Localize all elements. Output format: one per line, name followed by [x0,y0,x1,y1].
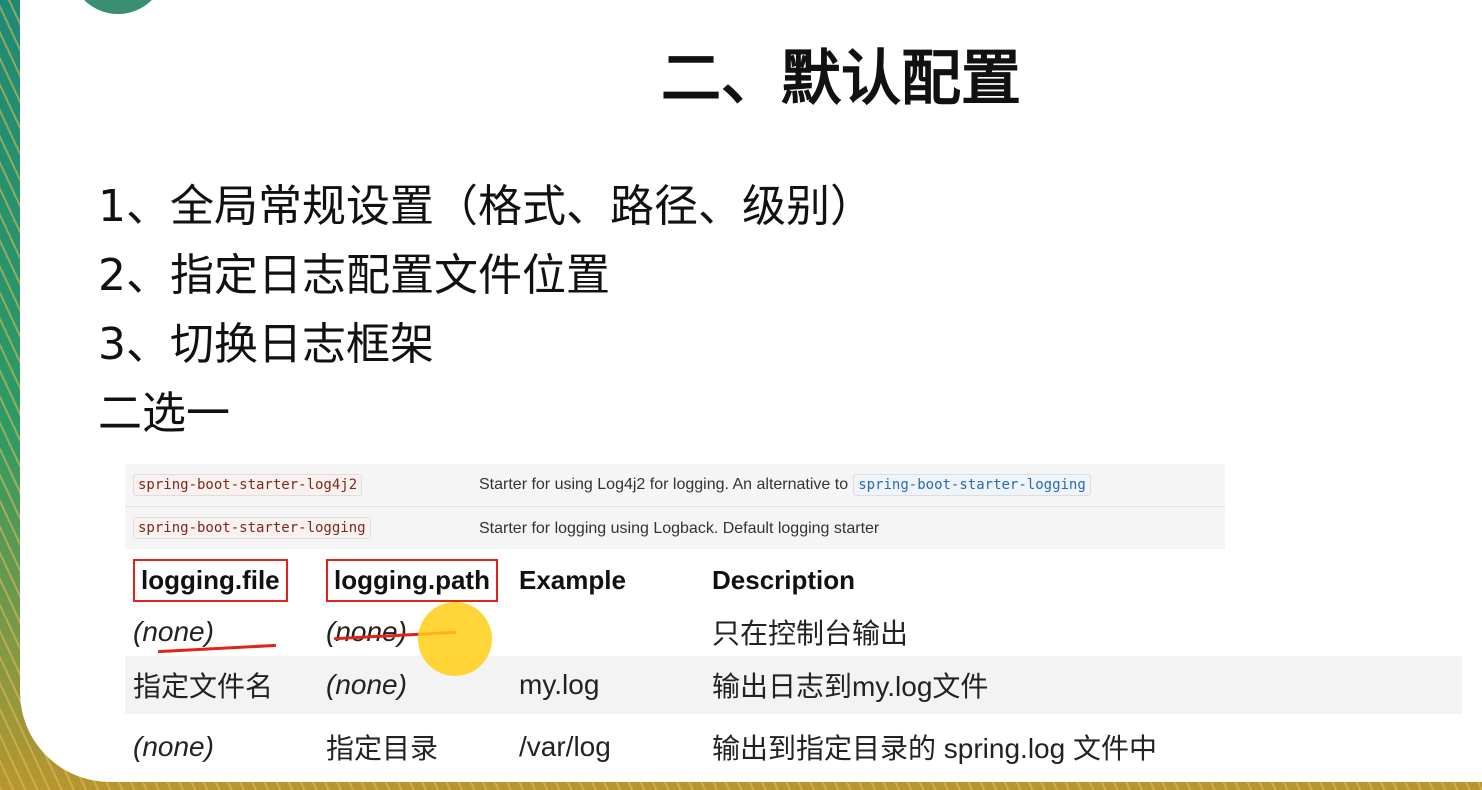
cell-logging-path: (none) [326,616,407,647]
logging-properties-table: logging.file logging.path Example Descri… [125,552,1462,780]
header-description: Description [712,564,856,595]
point-item: 2、指定日志配置文件位置 [98,250,610,301]
point-item: 二选一 [98,388,230,439]
cell-logging-file: 指定文件名 [125,656,318,714]
cell-description: 输出到指定目录的 spring.log 文件中 [712,733,1157,764]
slide-title: 二、默认配置 [661,44,1021,114]
starter-row: spring-boot-starter-logging Starter for … [125,506,1225,549]
starter-link[interactable]: spring-boot-starter-logging [853,474,1091,496]
table-row: 指定文件名 (none) my.log 输出日志到my.log文件 [125,656,1462,714]
point-list: 1、全局常规设置（格式、路径、级别） 2、指定日志配置文件位置 3、切换日志框架… [98,172,874,448]
table-row: (none) 指定目录 /var/log 输出到指定目录的 spring.log… [125,714,1462,780]
cell-logging-path: 指定目录 [326,733,439,764]
cell-logging-file: (none) [133,616,214,647]
cell-description: 只在控制台输出 [712,618,909,649]
cell-description: 输出日志到my.log文件 [704,656,1462,714]
table-row: (none) (none) 只在控制台输出 [125,608,1462,656]
starter-description: Starter for logging using Logback. Defau… [479,520,880,537]
cell-example: /var/log [519,731,611,762]
point-item: 3、切换日志框架 [98,319,434,370]
starter-name: spring-boot-starter-logging [133,517,371,539]
header-example: Example [519,564,626,595]
cell-example [511,608,704,656]
starter-name: spring-boot-starter-log4j2 [133,474,363,496]
header-logging-path: logging.path [326,558,498,602]
cell-logging-file: (none) [133,731,214,762]
cell-example: my.log [511,656,704,714]
starter-row: spring-boot-starter-log4j2 Starter for u… [125,464,1225,507]
table-header-row: logging.file logging.path Example Descri… [125,552,1462,608]
header-logging-file: logging.file [133,558,288,602]
starter-description: Starter for using Log4j2 for logging. An… [479,476,849,493]
point-item: 1、全局常规设置（格式、路径、级别） [98,181,874,232]
starter-table: spring-boot-starter-log4j2 Starter for u… [125,464,1225,549]
logo-icon [70,0,166,14]
pointer-highlight-icon [418,602,492,676]
cell-logging-path: (none) [326,669,407,700]
